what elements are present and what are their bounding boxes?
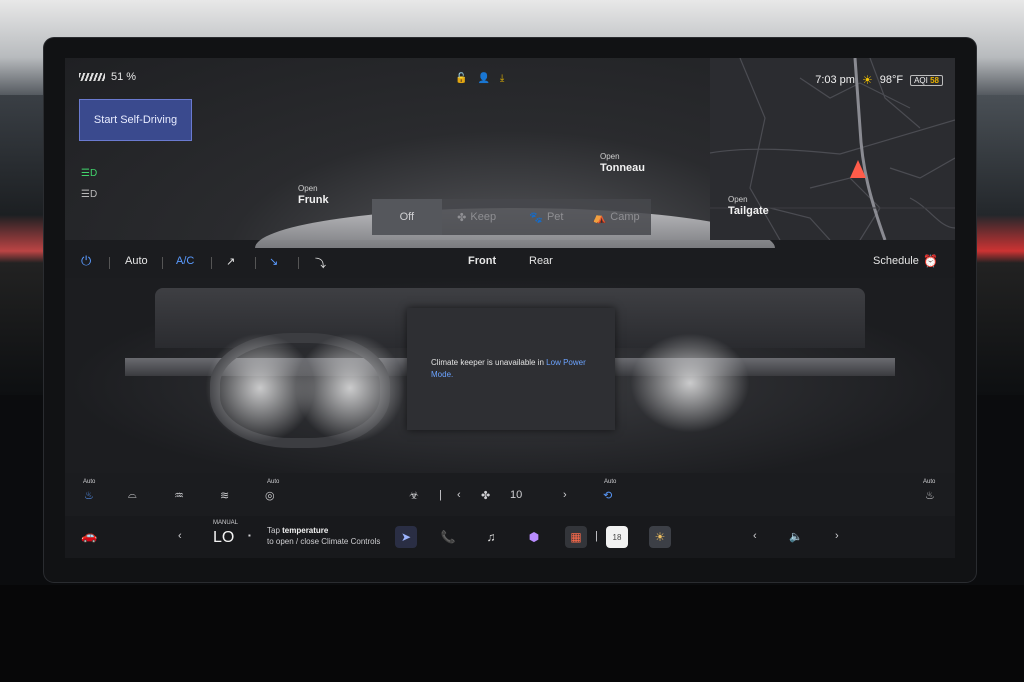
steering-heater-icon[interactable]: ≋ — [220, 489, 229, 502]
keeper-off-button[interactable]: Off — [372, 199, 442, 235]
fan-decrease-button[interactable]: ‹ — [457, 489, 461, 501]
music-icon[interactable]: ♫ — [480, 526, 502, 548]
background-bottom — [0, 585, 1024, 682]
touchscreen: 51 % 🔓 👤 ⤓ 7:03 pm ☀ 98°F AQI 58 Start S… — [65, 58, 955, 558]
volume-right-arrow[interactable]: › — [835, 530, 839, 542]
keeper-camp-button[interactable]: ⛺ Camp — [581, 199, 651, 235]
background-left — [0, 95, 44, 395]
headlights-on-icon[interactable]: ☰D — [81, 168, 97, 179]
climate-keeper-selector: Off ✤ Keep 🐾 Pet ⛺ Camp — [372, 199, 651, 235]
background-right — [972, 95, 1024, 395]
bioweapon-mode-icon[interactable]: ☣ — [409, 489, 419, 502]
tab-rear[interactable]: Rear — [529, 255, 553, 267]
frunk-open-control[interactable]: Open Frunk — [298, 184, 329, 207]
taskbar: 🚗 ‹ MANUAL LO ▪ Tap temperature to open … — [65, 516, 955, 558]
airflow-face-icon[interactable]: ↗ — [226, 255, 235, 268]
fan-increase-button[interactable]: › — [563, 489, 567, 501]
auto-climate-button[interactable]: Auto — [125, 255, 148, 267]
clock-icon[interactable]: ⏰ — [923, 254, 938, 268]
climate-power-icon[interactable]: ⏻ — [81, 253, 91, 269]
airflow-center-left — [295, 333, 405, 443]
recirculate-icon[interactable]: ⟲ — [603, 489, 612, 502]
cabin-view: Climate keeper is unavailable in Low Pow… — [65, 278, 955, 473]
sun-icon: ☀ — [861, 73, 873, 87]
wiper-defrost-icon[interactable]: ♒ — [174, 489, 184, 502]
navigation-app-icon[interactable]: ➤ — [395, 526, 417, 548]
car-icon[interactable]: 🚗 — [81, 528, 97, 544]
schedule-button[interactable]: Schedule — [873, 255, 919, 267]
climate-keeper-popup: Climate keeper is unavailable in Low Pow… — [407, 308, 615, 430]
toybox-icon[interactable]: ▦ — [565, 526, 587, 548]
download-icon[interactable]: ⤓ — [500, 73, 504, 84]
paw-icon: 🐾 — [529, 211, 543, 224]
aqi-badge: AQI 58 — [910, 74, 943, 86]
driver-seat-heater-icon[interactable]: ♨ — [84, 489, 94, 502]
battery-indicator[interactable]: 51 % — [79, 71, 136, 83]
calendar-icon[interactable]: 18 — [606, 526, 628, 548]
volume-icon[interactable]: 🔈 — [789, 530, 803, 543]
climate-hint: Tap temperature to open / close Climate … — [267, 526, 381, 546]
airflow-feet-icon[interactable]: ↘ — [269, 255, 278, 268]
ac-button[interactable]: A/C — [176, 255, 194, 267]
keeper-keep-button[interactable]: ✤ Keep — [442, 199, 512, 235]
airflow-defrost-icon[interactable]: ⤵ — [315, 255, 326, 271]
profile-icon[interactable]: 👤 — [477, 73, 489, 84]
volume-left-arrow[interactable]: ‹ — [753, 530, 757, 542]
fan-speed-value: 10 — [510, 489, 523, 501]
status-icons: 🔓 👤 ⤓ — [455, 73, 504, 84]
phone-icon[interactable]: 📞 — [437, 526, 459, 548]
outside-temperature: 98°F — [879, 74, 904, 86]
photos-app-icon[interactable]: ☀ — [649, 526, 671, 548]
media-app-icon[interactable]: ⬢ — [523, 526, 545, 548]
rear-defrost-icon[interactable]: ⌓ — [128, 489, 137, 502]
fan-icon: ✤ — [457, 211, 467, 224]
seat-climate-row: Auto ♨ ⌓ ♒ ≋ Auto ◎ ☣ | ‹ ✤ 10 › Auto ⟲ … — [83, 479, 936, 502]
battery-percent: 51 % — [111, 71, 137, 83]
tab-front[interactable]: Front — [468, 255, 496, 267]
airflow-right — [630, 333, 750, 433]
fan-icon: ✤ — [481, 490, 491, 502]
navigation-arrow-icon — [850, 160, 866, 178]
tailgate-open-control[interactable]: Open Tailgate — [728, 195, 769, 218]
driver-temperature[interactable]: LO — [213, 529, 234, 547]
temp-left-arrow[interactable]: ‹ — [178, 530, 182, 542]
tonneau-open-control[interactable]: Open Tonneau — [600, 152, 645, 175]
battery-icon — [79, 73, 105, 81]
climate-controls-row: ⏻ Auto A/C ↗ ↘ ⤵ Front Rear Schedule ⏰ — [65, 250, 955, 276]
tent-icon: ⛺ — [592, 211, 607, 224]
clock: 7:03 pm — [815, 74, 855, 86]
steering-wheel-heat-icon[interactable]: ◎ — [265, 489, 275, 502]
lock-icon[interactable]: 🔓 — [455, 73, 467, 84]
time-weather: 7:03 pm ☀ 98°F AQI 58 — [815, 73, 943, 87]
start-self-driving-button[interactable]: Start Self-Driving — [79, 99, 192, 141]
headlights-icon[interactable]: ☰D — [81, 189, 97, 200]
keeper-pet-button[interactable]: 🐾 Pet — [512, 199, 582, 235]
passenger-seat-heater-icon[interactable]: ♨ — [925, 489, 935, 502]
